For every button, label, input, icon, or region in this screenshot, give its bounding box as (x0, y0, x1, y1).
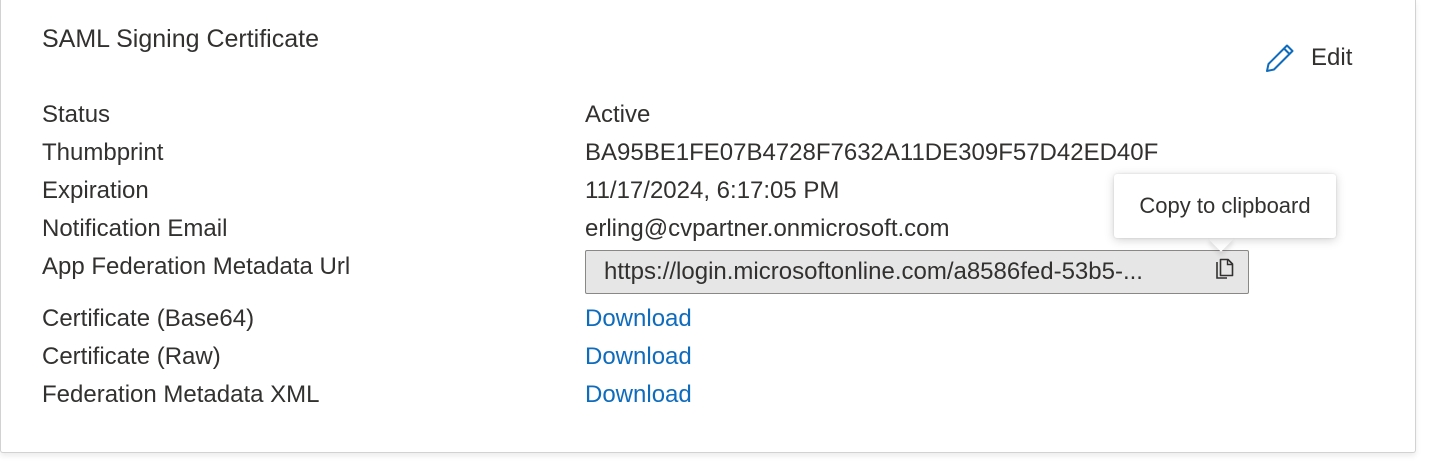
expiration-label: Expiration (42, 177, 149, 204)
notification-email-value: erling@cvpartner.onmicrosoft.com (585, 215, 950, 242)
certificate-raw-label: Certificate (Raw) (42, 343, 221, 370)
certificate-base64-label: Certificate (Base64) (42, 305, 255, 332)
app-federation-metadata-url-label: App Federation Metadata Url (42, 253, 351, 280)
thumbprint-value: BA95BE1FE07B4728F7632A11DE309F57D42ED40F (585, 139, 1159, 166)
copy-icon (1213, 258, 1235, 287)
edit-button[interactable]: Edit (1263, 38, 1352, 78)
certificate-raw-download-link[interactable]: Download (585, 341, 692, 373)
app-federation-metadata-url-value[interactable]: https://login.microsoftonline.com/a8586f… (586, 258, 1200, 286)
card-title: SAML Signing Certificate (42, 25, 319, 53)
notification-email-label: Notification Email (42, 215, 228, 242)
copy-to-clipboard-button[interactable] (1200, 251, 1248, 293)
copy-to-clipboard-tooltip: Copy to clipboard (1114, 174, 1336, 238)
certificate-base64-download-link[interactable]: Download (585, 303, 692, 335)
app-federation-metadata-url-field[interactable]: https://login.microsoftonline.com/a8586f… (585, 250, 1249, 294)
edit-button-label: Edit (1311, 44, 1353, 71)
expiration-value: 11/17/2024, 6:17:05 PM (585, 177, 840, 204)
status-value: Active (585, 101, 651, 128)
thumbprint-label: Thumbprint (42, 139, 164, 166)
pencil-icon (1263, 41, 1297, 75)
tooltip-text: Copy to clipboard (1139, 193, 1311, 218)
federation-metadata-xml-label: Federation Metadata XML (42, 381, 320, 408)
status-label: Status (42, 101, 111, 128)
federation-metadata-xml-download-link[interactable]: Download (585, 379, 692, 411)
